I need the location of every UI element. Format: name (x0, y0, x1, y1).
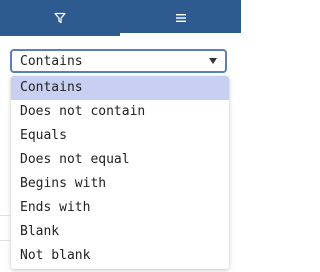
option-does-not-contain[interactable]: Does not contain (11, 100, 229, 124)
option-contains[interactable]: Contains (11, 76, 229, 100)
option-begins-with[interactable]: Begins with (11, 172, 229, 196)
caret-down-icon (209, 58, 217, 64)
divider (0, 215, 10, 216)
option-blank[interactable]: Blank (11, 220, 229, 244)
option-not-blank[interactable]: Not blank (11, 244, 229, 268)
option-equals[interactable]: Equals (11, 124, 229, 148)
filter-type-selected-value: Contains (20, 53, 83, 69)
option-ends-with[interactable]: Ends with (11, 196, 229, 220)
filter-icon (54, 12, 66, 24)
tab-filter[interactable] (0, 0, 120, 36)
divider (0, 240, 10, 241)
tab-columns[interactable] (120, 0, 241, 36)
menu-icon (175, 12, 187, 24)
filter-type-select[interactable]: Contains (10, 49, 227, 73)
filter-type-dropdown: Contains Does not contain Equals Does no… (11, 76, 229, 269)
tab-bar (0, 0, 241, 36)
option-does-not-equal[interactable]: Does not equal (11, 148, 229, 172)
